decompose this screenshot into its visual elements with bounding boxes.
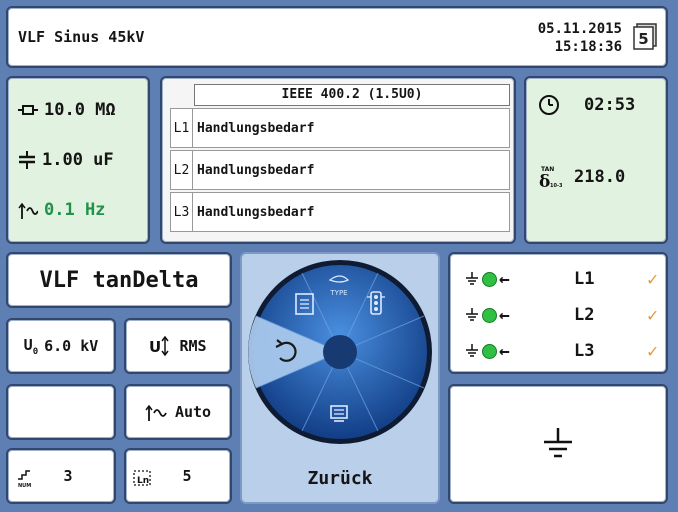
status-dot xyxy=(482,271,497,287)
frequency-icon xyxy=(18,202,38,219)
elapsed-time-row: 02:53 xyxy=(538,94,635,116)
menu-wheel-panel: TYPE Zurück xyxy=(240,252,440,504)
arrow-left-icon: ← xyxy=(499,304,510,326)
date-text: 05.11.2015 xyxy=(537,21,622,37)
phase-label: L2 xyxy=(171,151,193,189)
voltage-symbol: U0 xyxy=(23,335,39,357)
clock-icon xyxy=(539,95,559,115)
diagnosis-status-table: IEEE 400.2 (1.5U0) L1 Handlungsbedarf L2… xyxy=(160,76,516,244)
frequency-icon xyxy=(145,404,167,421)
connection-icon: ← xyxy=(464,305,510,326)
status-row-l2: L2 Handlungsbedarf xyxy=(170,150,510,190)
device-title: VLF Sinus 45kV xyxy=(18,28,145,46)
ground-icon xyxy=(544,428,572,458)
resistor-icon xyxy=(18,105,38,115)
rms-button[interactable]: U RMS xyxy=(124,318,232,374)
step-count-button[interactable]: NUM 3 xyxy=(6,448,116,504)
phase-row-l1: ← L1 ✓ xyxy=(464,266,660,292)
menu-wheel[interactable]: TYPE xyxy=(242,254,438,454)
frequency-mode-button[interactable]: Auto xyxy=(124,384,232,440)
test-mode-label: VLF tanDelta xyxy=(39,267,199,293)
connection-icon: ← xyxy=(464,269,510,290)
ln-icon: Ln xyxy=(133,470,151,486)
timer-panel: 02:53 TAN δ 10-3 218.0 xyxy=(524,76,668,244)
arrow-left-icon: ← xyxy=(499,340,510,362)
steps-num-icon: NUM xyxy=(18,470,31,488)
phase-label: L1 xyxy=(574,269,595,289)
svg-text:10-3: 10-3 xyxy=(550,183,562,189)
calendar-icon[interactable]: 5 xyxy=(632,22,658,50)
duration-value: 5 xyxy=(182,467,192,485)
status-text: Handlungsbedarf xyxy=(197,120,315,136)
svg-text:Ln: Ln xyxy=(137,476,149,486)
tan-delta-icon: TAN δ 10-3 xyxy=(539,166,562,190)
resistance-value: 10.0 MΩ xyxy=(44,100,116,120)
empty-slot xyxy=(6,384,116,440)
ground-button[interactable] xyxy=(448,384,668,504)
check-icon: ✓ xyxy=(647,304,658,326)
capacitance-row: 1.00 uF xyxy=(18,150,114,170)
phase-row-l2: ← L2 ✓ xyxy=(464,302,660,328)
time-text: 15:18:36 xyxy=(554,39,622,55)
status-dot xyxy=(482,307,497,323)
phase-label: L2 xyxy=(574,305,595,325)
check-icon: ✓ xyxy=(647,340,658,362)
svg-text:NUM: NUM xyxy=(18,483,31,488)
capacitance-value: 1.00 uF xyxy=(42,150,114,170)
connection-icon: ← xyxy=(464,341,510,362)
phase-label: L3 xyxy=(574,341,595,361)
status-text: Handlungsbedarf xyxy=(197,204,315,220)
step-count-value: 3 xyxy=(63,467,73,485)
rms-label: RMS xyxy=(179,337,207,355)
tan-delta-row: TAN δ 10-3 218.0 xyxy=(538,164,625,190)
voltage-setting-button[interactable]: U0 6.0 kV xyxy=(6,318,116,374)
back-button[interactable]: Zurück xyxy=(242,458,438,498)
standard-header: IEEE 400.2 (1.5U0) xyxy=(194,84,510,106)
phase-row-l3: ← L3 ✓ xyxy=(464,338,660,364)
status-row-l1: L1 Handlungsbedarf xyxy=(170,108,510,148)
check-icon: ✓ xyxy=(647,268,658,290)
datetime-display: 05.11.2015 15:18:36 xyxy=(538,20,622,56)
capacitor-icon xyxy=(19,151,35,169)
frequency-mode-label: Auto xyxy=(174,403,212,421)
phase-connection-panel: ← L1 ✓ ← L2 ✓ ← L3 ✓ xyxy=(448,252,668,374)
duration-button[interactable]: Ln 5 xyxy=(124,448,232,504)
tan-delta-value: 218.0 xyxy=(574,167,626,187)
voltage-waveform-icon: U xyxy=(149,335,170,357)
phase-label: L3 xyxy=(171,193,193,231)
svg-text:U: U xyxy=(149,338,161,356)
elapsed-time: 02:53 xyxy=(584,95,636,115)
status-row-l3: L3 Handlungsbedarf xyxy=(170,192,510,232)
measurement-panel: 10.0 MΩ 1.00 uF 0.1 Hz xyxy=(6,76,150,244)
frequency-value: 0.1 Hz xyxy=(44,200,106,220)
resistance-row: 10.0 MΩ xyxy=(18,100,116,120)
header-bar: VLF Sinus 45kV 05.11.2015 15:18:36 5 xyxy=(6,6,668,68)
phase-label: L1 xyxy=(171,109,193,147)
arrow-left-icon: ← xyxy=(499,268,510,290)
test-mode-button[interactable]: VLF tanDelta xyxy=(6,252,232,308)
status-dot xyxy=(482,343,497,359)
frequency-row: 0.1 Hz xyxy=(18,200,105,220)
status-text: Handlungsbedarf xyxy=(197,162,315,178)
svg-text:δ: δ xyxy=(539,172,550,190)
type-label: TYPE xyxy=(329,289,347,297)
voltage-value: 6.0 kV xyxy=(44,337,99,355)
calendar-day: 5 xyxy=(638,30,648,48)
